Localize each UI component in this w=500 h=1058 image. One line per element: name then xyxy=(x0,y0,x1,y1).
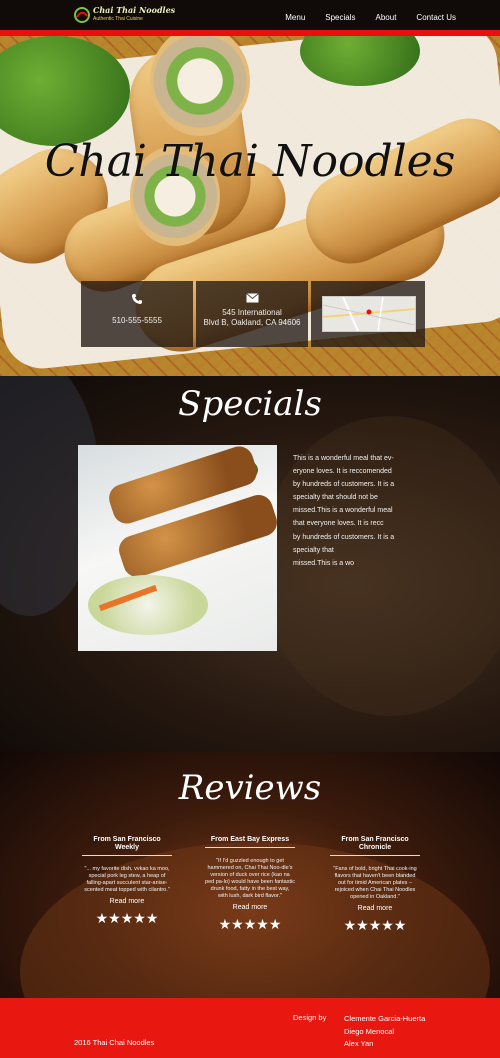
star-rating: ★★★★★ xyxy=(343,917,407,933)
specials-section: Specials This is a wonderful meal that e… xyxy=(0,376,500,752)
hero-section: Chai Thai Noodles 510-555-5555 545 Inter… xyxy=(0,36,500,376)
review-quote: "Fans of bold, bright Thai cook-ing flav… xyxy=(333,866,417,900)
special-text-line: missed.This is a wo xyxy=(293,559,355,567)
special-dish-photo xyxy=(78,445,277,651)
designer-name: Alex Yan xyxy=(344,1039,374,1048)
hero-title: Chai Thai Noodles xyxy=(44,136,456,187)
info-row: 510-555-5555 545 International Blvd B, O… xyxy=(81,281,425,347)
specials-title: Specials xyxy=(178,384,322,424)
nav-specials[interactable]: Specials xyxy=(325,13,355,22)
reviews-title: Reviews xyxy=(178,768,322,808)
review-source: From East Bay Express xyxy=(205,836,295,848)
map-icon[interactable] xyxy=(322,296,416,332)
special-text-line: specialty that should not be xyxy=(293,494,378,502)
special-text-line: missed.This is a wonderful meal xyxy=(293,507,393,515)
design-by-label: Design by xyxy=(293,1013,327,1022)
phone-icon xyxy=(132,294,142,304)
star-rating: ★★★★★ xyxy=(95,910,159,926)
logo[interactable]: Chai Thai Noodles Authentic Thai Cuisine xyxy=(74,5,176,27)
read-more-link[interactable]: Read more xyxy=(82,898,172,905)
address-line-1: 545 International xyxy=(222,308,282,317)
review-card: From San Francisco Chronicle "Fans of bo… xyxy=(330,836,420,933)
nav-contact-us[interactable]: Contact Us xyxy=(416,13,456,22)
read-more-link[interactable]: Read more xyxy=(330,905,420,912)
designer-name: Diego Menocal xyxy=(344,1026,395,1036)
special-text-line: This is a wonderful meal that ev- xyxy=(293,455,394,462)
review-quote: "... my favorite dish, vvkao ka moo, spe… xyxy=(84,866,170,893)
special-text-line: eryone loves. It is reccomended xyxy=(293,468,392,476)
review-source: From San Francisco Chronicle xyxy=(330,836,420,856)
special-text-line: by hundreds of customers. It is a xyxy=(293,533,395,541)
read-more-link[interactable]: Read more xyxy=(205,904,295,911)
special-description: This is a wonderful meal that ev- eryone… xyxy=(293,452,403,570)
address-box[interactable]: 545 International Blvd B, Oakland, CA 94… xyxy=(196,281,308,347)
review-card: From East Bay Express "If I'd guzzled en… xyxy=(205,836,295,932)
logo-subtitle: Authentic Thai Cuisine xyxy=(93,16,143,22)
nav-about[interactable]: About xyxy=(376,13,397,22)
footer: 2016 Thai Chai Noodles Design by Clement… xyxy=(0,998,500,1058)
special-text-line: by hundreds of customers. It is a xyxy=(293,481,395,489)
logo-title: Chai Thai Noodles xyxy=(93,5,176,15)
review-card: From San Francisco Weekly "... my favori… xyxy=(82,836,172,926)
phone-number: 510-555-5555 xyxy=(112,316,162,325)
envelope-icon xyxy=(246,293,259,303)
logo-swirl-icon xyxy=(74,7,90,23)
address-line-2: Blvd B, Oakland, CA 94606 xyxy=(203,318,301,327)
review-quote: "If I'd guzzled enough to get hammered o… xyxy=(205,858,295,899)
special-text-line: that everyone loves. It is recc xyxy=(293,520,384,528)
map-box[interactable] xyxy=(311,281,425,347)
copyright-text: 2016 Thai Chai Noodles xyxy=(74,1038,155,1047)
star-rating: ★★★★★ xyxy=(218,916,282,932)
nav-menu[interactable]: Menu xyxy=(285,13,305,22)
designer-list: Clemente Garcia-Huerta Diego Menocal Ale… xyxy=(344,1013,425,1051)
special-text-line: specialty that xyxy=(293,546,334,554)
main-nav: Menu Specials About Contact Us xyxy=(285,13,456,22)
reviews-section: Reviews From San Francisco Weekly "... m… xyxy=(0,752,500,998)
review-source: From San Francisco Weekly xyxy=(82,836,172,856)
phone-box[interactable]: 510-555-5555 xyxy=(81,281,193,347)
designer-name: Clemente Garcia-Huerta xyxy=(344,1014,426,1023)
